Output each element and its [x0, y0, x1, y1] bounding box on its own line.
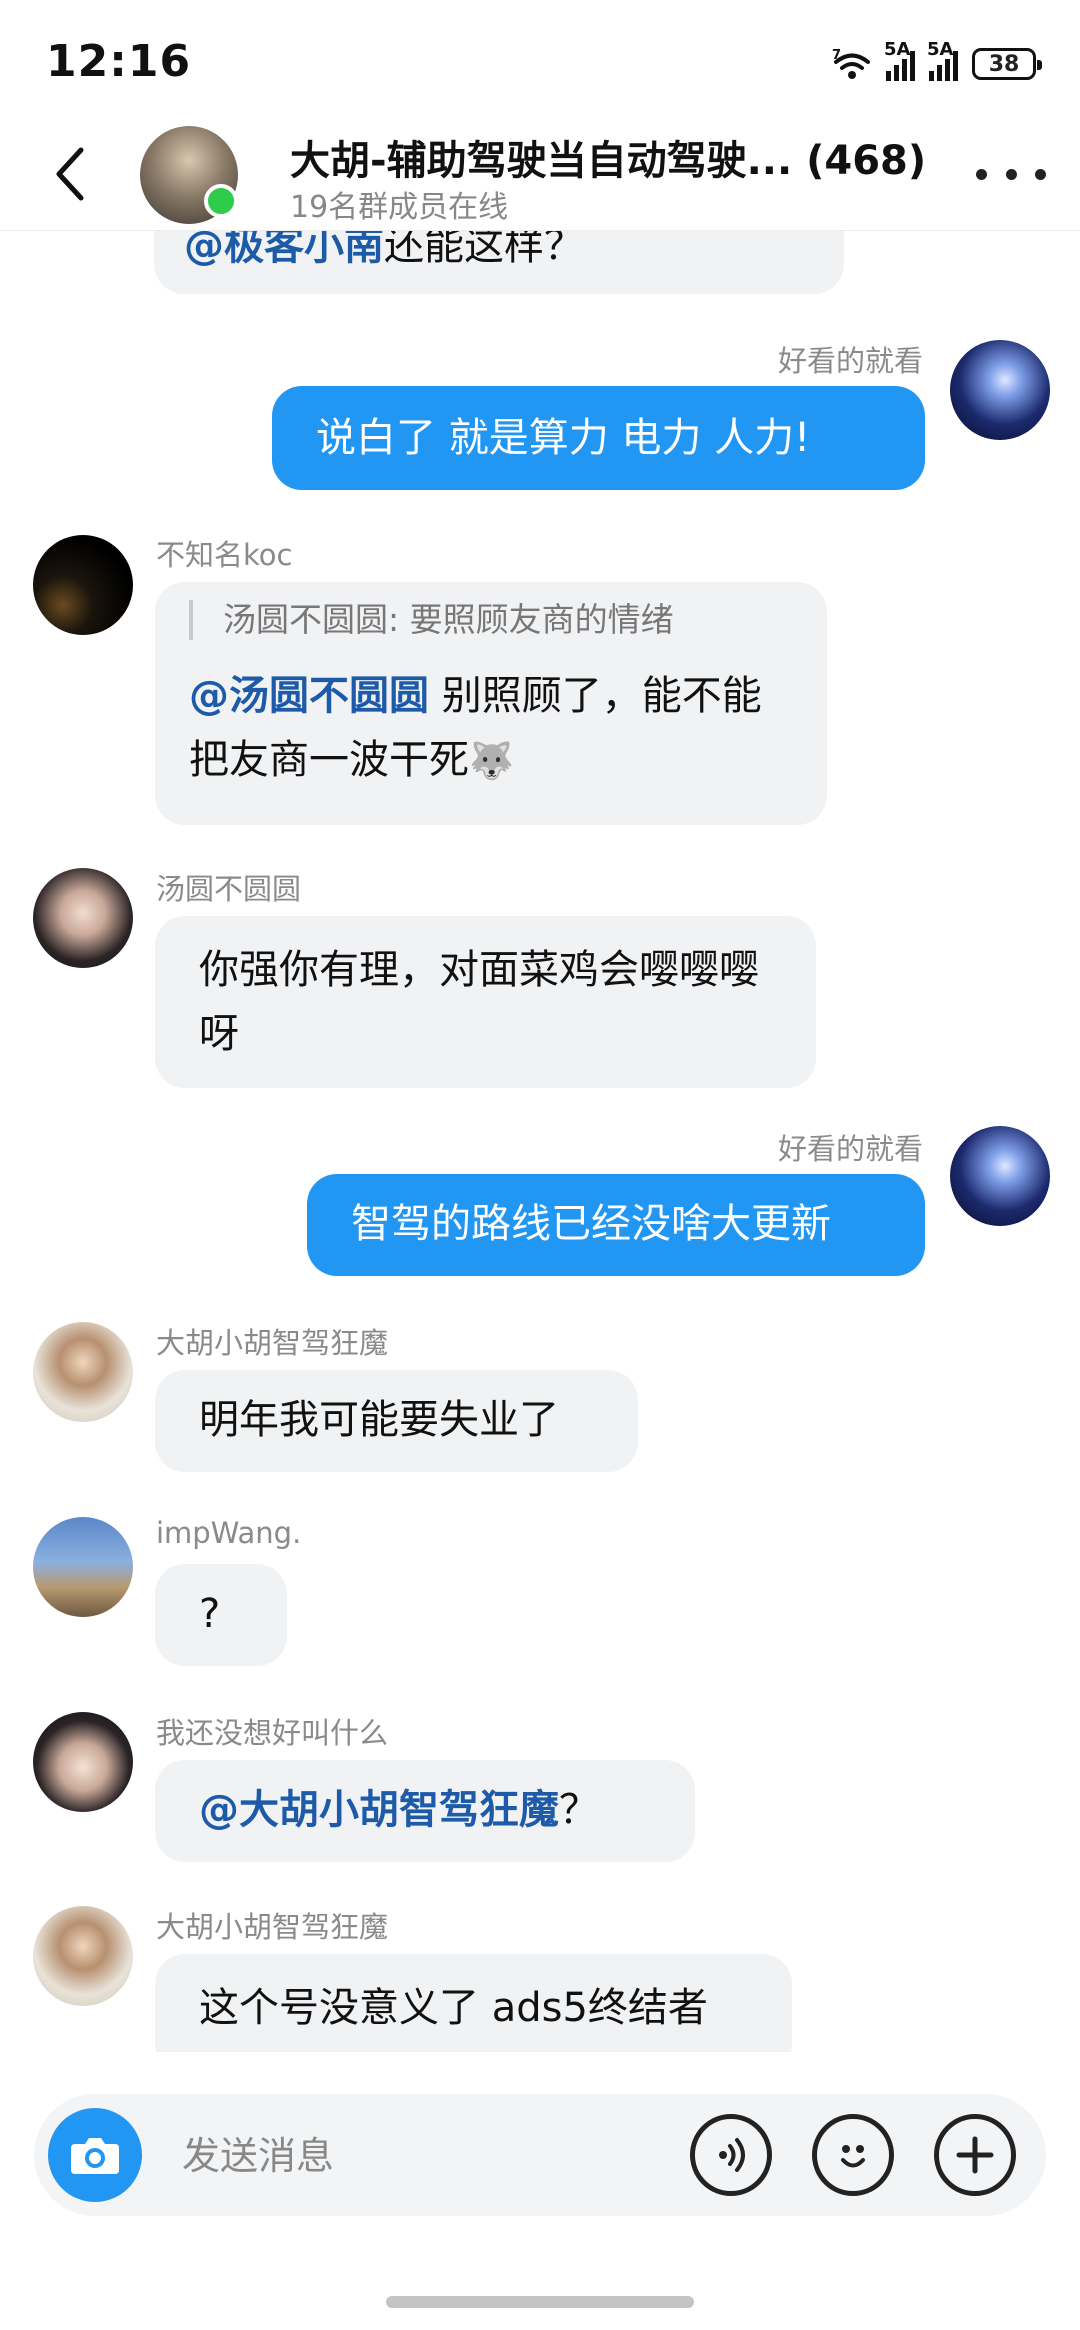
- avatar[interactable]: [33, 868, 133, 968]
- emoji-button[interactable]: [812, 2114, 894, 2196]
- sender-name: 汤圆不圆圆: [156, 872, 302, 906]
- more-dots-icon: [976, 168, 987, 180]
- status-icons: 7 5A 5A 38: [832, 39, 1042, 84]
- voice-icon: [719, 2138, 745, 2172]
- emoji-icon: [841, 2145, 865, 2168]
- chat-header: 大胡-辅助驾驶当自动驾驶... (468) 19名群成员在线: [0, 120, 1080, 231]
- sender-name: 不知名koc: [156, 538, 293, 572]
- voice-button[interactable]: [690, 2114, 772, 2196]
- quoted-message[interactable]: 汤圆不圆圆: 要照顾友商的情绪: [189, 600, 793, 640]
- online-members-count: 19名群成员在线: [290, 190, 509, 225]
- message-text: 这个号没意义了 ads5终结者: [199, 1985, 708, 2031]
- plus-icon: [956, 2136, 994, 2174]
- sender-name: 大胡小胡智驾狂魔: [156, 1326, 389, 1360]
- avatar[interactable]: [33, 1517, 133, 1617]
- avatar[interactable]: [33, 1712, 133, 1812]
- online-status-dot: [204, 184, 238, 218]
- group-title[interactable]: 大胡-辅助驾驶当自动驾驶... (468): [290, 128, 926, 186]
- message-input-bar: [34, 2094, 1046, 2216]
- sender-name: 大胡小胡智驾狂魔: [156, 1910, 389, 1944]
- message-text: 还能这样？: [384, 230, 584, 269]
- more-button[interactable]: [976, 154, 1046, 194]
- sender-name: 好看的就看: [777, 1132, 923, 1166]
- battery-icon: 38: [972, 48, 1042, 80]
- husky-emoji-icon: 🐺: [469, 741, 514, 782]
- mention-link[interactable]: @大胡小胡智驾狂魔: [199, 1787, 559, 1833]
- status-time: 12:16: [46, 36, 192, 87]
- message-input[interactable]: [180, 2118, 624, 2194]
- message-text: ？: [559, 1787, 599, 1833]
- sender-name: impWang.: [156, 1516, 302, 1550]
- message-bubble[interactable]: @大胡小胡智驾狂魔？: [155, 1760, 695, 1862]
- avatar[interactable]: [33, 535, 133, 635]
- mention-link[interactable]: @极客小南: [184, 230, 384, 269]
- signal-sim2-icon: 5A: [927, 39, 958, 81]
- avatar[interactable]: [33, 1322, 133, 1422]
- message-text: 说白了 就是算力 电力 人力!: [316, 415, 811, 461]
- message-bubble[interactable]: @极客小南还能这样？: [154, 230, 844, 294]
- avatar[interactable]: [950, 1126, 1050, 1226]
- camera-button[interactable]: [48, 2108, 142, 2202]
- avatar[interactable]: [950, 340, 1050, 440]
- back-button[interactable]: [40, 142, 100, 206]
- status-bar: 12:16 7 5A 5A 38: [0, 0, 1080, 120]
- message-text: 你强你有理，对面菜鸡会嘤嘤嘤呀: [199, 947, 759, 1057]
- camera-icon: [71, 2138, 119, 2174]
- message-bubble[interactable]: 明年我可能要失业了: [155, 1370, 638, 1472]
- message-bubble[interactable]: ?: [155, 1564, 287, 1666]
- plus-button[interactable]: [934, 2114, 1016, 2196]
- message-text: 智驾的路线已经没啥大更新: [351, 1201, 831, 1247]
- message-text: ?: [199, 1591, 221, 1637]
- sender-name: 好看的就看: [777, 344, 923, 378]
- message-bubble[interactable]: 汤圆不圆圆: 要照顾友商的情绪 @汤圆不圆圆 别照顾了，能不能把友商一波干死🐺: [155, 582, 827, 825]
- sender-name: 我还没想好叫什么: [156, 1716, 389, 1750]
- home-indicator[interactable]: [386, 2296, 694, 2308]
- chevron-left-icon: [56, 147, 84, 201]
- battery-level: 38: [988, 51, 1020, 77]
- message-bubble[interactable]: 你强你有理，对面菜鸡会嘤嘤嘤呀: [155, 916, 816, 1088]
- message-text: 明年我可能要失业了: [199, 1397, 559, 1443]
- message-bubble[interactable]: 智驾的路线已经没啥大更新: [307, 1174, 925, 1276]
- signal-sim1-icon: 5A: [884, 39, 915, 81]
- chat-messages[interactable]: @极客小南还能这样？ 好看的就看 说白了 就是算力 电力 人力! 不知名koc …: [0, 230, 1080, 2052]
- mention-link[interactable]: @汤圆不圆圆: [189, 673, 429, 719]
- message-bubble[interactable]: 说白了 就是算力 电力 人力!: [272, 386, 925, 490]
- avatar[interactable]: [33, 1906, 133, 2006]
- wifi-icon: 7: [832, 48, 870, 79]
- message-bubble[interactable]: 这个号没意义了 ads5终结者: [155, 1954, 792, 2052]
